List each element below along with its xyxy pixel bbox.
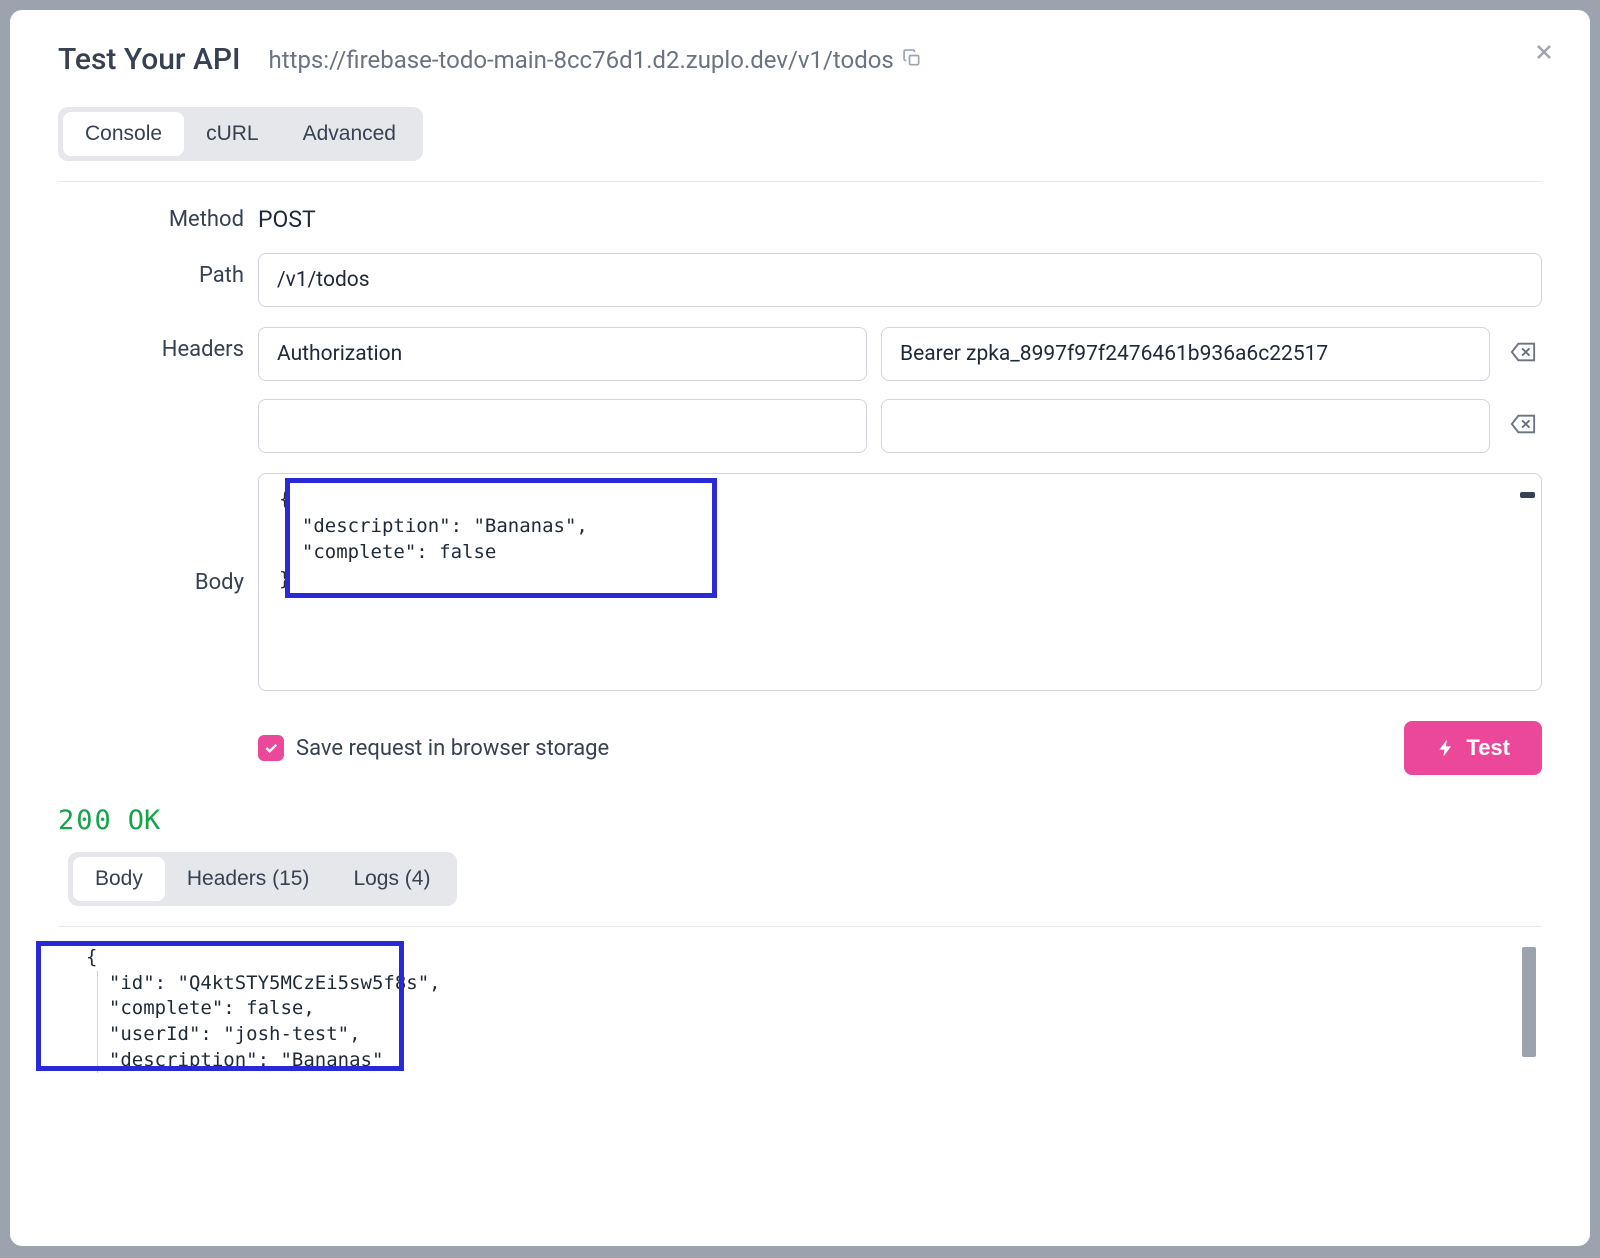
response-tab-logs[interactable]: Logs (4) (331, 857, 452, 901)
api-test-modal: Test Your API https://firebase-todo-main… (10, 10, 1590, 1246)
method-value: POST (258, 206, 316, 233)
header-key-input[interactable] (258, 327, 867, 381)
scrollbar[interactable] (1520, 492, 1535, 498)
body-editor[interactable]: { "description": "Bananas", "complete": … (258, 473, 1542, 691)
delete-header-button[interactable] (1504, 335, 1542, 374)
header-entry (258, 327, 1542, 381)
path-row: Path (58, 253, 1542, 307)
close-icon (1532, 40, 1556, 64)
test-button[interactable]: Test (1404, 721, 1542, 775)
method-row: Method POST (58, 206, 1542, 233)
copy-button[interactable] (902, 46, 922, 74)
backspace-icon (1510, 341, 1536, 363)
status-line: 200 OK (58, 805, 1542, 836)
actions-row: Save request in browser storage Test (258, 721, 1542, 775)
response-tab-headers[interactable]: Headers (15) (165, 857, 332, 901)
divider (58, 181, 1542, 182)
status-text: OK (128, 805, 161, 836)
save-checkbox-wrapper: Save request in browser storage (258, 735, 609, 761)
path-input[interactable] (258, 253, 1542, 307)
tab-console[interactable]: Console (63, 112, 184, 156)
response-tabs: Body Headers (15) Logs (4) (68, 852, 457, 906)
header-value-input[interactable] (881, 327, 1490, 381)
method-label: Method (58, 207, 244, 232)
path-label: Path (58, 253, 244, 288)
backspace-icon (1510, 413, 1536, 435)
body-content: { "description": "Bananas", "complete": … (267, 482, 1533, 596)
close-button[interactable] (1532, 40, 1556, 69)
tab-curl[interactable]: cURL (184, 112, 281, 156)
tab-advanced[interactable]: Advanced (281, 112, 418, 156)
divider (58, 926, 1542, 927)
copy-icon (902, 48, 922, 68)
scrollbar[interactable] (1522, 947, 1536, 1057)
request-tabs: Console cURL Advanced (58, 107, 423, 161)
url-text: https://firebase-todo-main-8cc76d1.d2.zu… (269, 46, 894, 74)
header-value-input[interactable] (881, 399, 1490, 453)
header-title: Test Your API (58, 42, 241, 77)
save-checkbox[interactable] (258, 735, 284, 761)
save-checkbox-label: Save request in browser storage (296, 736, 609, 761)
header-url: https://firebase-todo-main-8cc76d1.d2.zu… (269, 46, 922, 74)
header-entry (258, 399, 1542, 453)
headers-label: Headers (58, 327, 244, 362)
lightning-icon (1436, 738, 1456, 758)
body-label: Body (58, 570, 244, 595)
check-icon (263, 740, 279, 756)
delete-header-button[interactable] (1504, 407, 1542, 446)
status-code: 200 (58, 805, 113, 836)
headers-row: Headers (58, 327, 1542, 453)
response-content: { "id": "Q4ktSTY5MCzEi5sw5f8s", "complet… (42, 941, 1542, 1077)
response-body-viewer[interactable]: { "id": "Q4ktSTY5MCzEi5sw5f8s", "complet… (42, 941, 1542, 1077)
test-button-label: Test (1466, 735, 1510, 761)
response-tab-body[interactable]: Body (73, 857, 165, 901)
header: Test Your API https://firebase-todo-main… (58, 42, 1542, 77)
header-key-input[interactable] (258, 399, 867, 453)
body-row: Body { "description": "Bananas", "comple… (58, 473, 1542, 691)
